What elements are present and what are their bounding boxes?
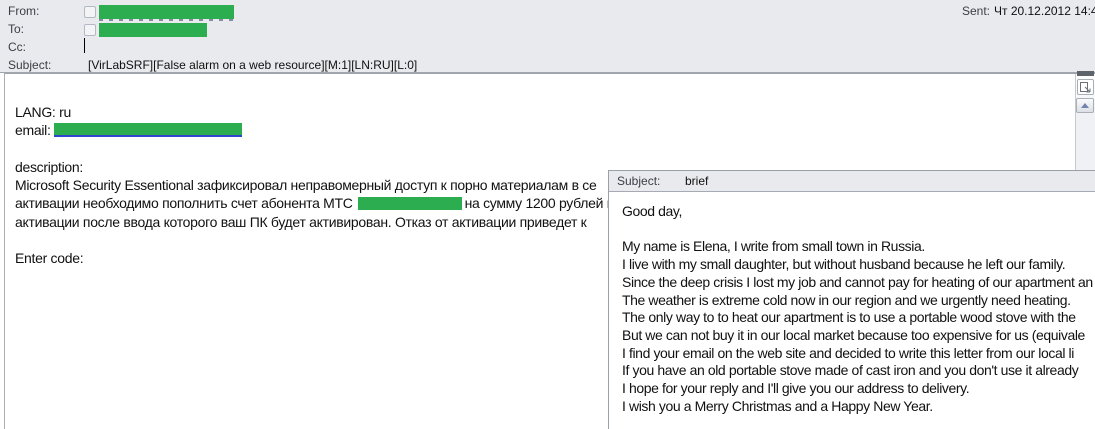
contact-presence-icon xyxy=(84,6,96,18)
email-client-screen: From: To: Cc: Subject: [VirLabSRF][False… xyxy=(0,0,1095,429)
cc-field[interactable] xyxy=(82,37,602,55)
message-body-text: LANG: ru email: description: Microsoft S… xyxy=(15,103,625,268)
email-body-line: I hope for your reply and I'll give you … xyxy=(622,380,1095,398)
overlay-subject-label: Subject: xyxy=(617,174,660,188)
from-recipient-redacted[interactable] xyxy=(99,5,234,19)
description-2-prefix: активации необходимо пополнить счет абон… xyxy=(15,195,353,211)
body-line-description-label: description: xyxy=(15,158,625,176)
contact-presence-icon xyxy=(84,24,96,36)
overlay-message-body: Good day, My name is Elena, I write from… xyxy=(609,192,1095,415)
message-header: From: To: Cc: Subject: [VirLabSRF][False… xyxy=(0,0,1095,73)
body-line-enter-code: Enter code: xyxy=(15,249,625,267)
to-recipient-redacted[interactable] xyxy=(99,23,207,37)
cc-label: Cc: xyxy=(8,40,26,54)
body-line-email: email: xyxy=(15,121,625,139)
scroll-up-icon xyxy=(1081,103,1089,108)
redacted-account-number xyxy=(358,197,462,210)
body-line-blank xyxy=(15,140,625,158)
email-body-line: But we can not buy it in our local marke… xyxy=(622,327,1095,345)
browse-page-button[interactable] xyxy=(1077,79,1094,95)
email-body-line: I find your email on the web site and de… xyxy=(622,345,1095,363)
page-arrow-icon xyxy=(1080,82,1091,93)
to-label: To: xyxy=(8,22,24,36)
email-label: email: xyxy=(15,122,51,138)
subject-value: [VirLabSRF][False alarm on a web resourc… xyxy=(88,58,417,72)
redaction-remnant xyxy=(99,19,234,21)
description-2-suffix: на сумму 1200 рублей в л xyxy=(465,195,626,211)
body-line-lang: LANG: ru xyxy=(15,103,625,121)
text-caret xyxy=(84,38,85,53)
email-body-line: The weather is extreme cold now in our r… xyxy=(622,292,1095,310)
subject-label: Subject: xyxy=(8,58,51,72)
scroll-up-button[interactable] xyxy=(1076,98,1094,113)
email-body-line: If you have an old portable stove made o… xyxy=(622,362,1095,380)
email-body-line: The only way to to heat our apartment is… xyxy=(622,309,1095,327)
split-handle[interactable] xyxy=(1077,71,1094,76)
email-body-line: My name is Elena, I write from small tow… xyxy=(622,238,1095,256)
from-label: From: xyxy=(8,4,39,18)
overlay-subject-row: Subject: brief xyxy=(609,171,1095,192)
redacted-email-link[interactable] xyxy=(54,123,242,137)
email-body-line: I wish you a Merry Christmas and a Happy… xyxy=(622,398,1095,416)
sent-label: Sent: xyxy=(962,4,990,18)
body-line-blank xyxy=(15,231,625,249)
email-body-line: I live with my small daughter, but witho… xyxy=(622,256,1095,274)
body-line-description-3: активации после ввода которого ваш ПК бу… xyxy=(15,213,625,231)
email-body-line xyxy=(622,221,1095,239)
email-body-line: Since the deep crisis I lost my job and … xyxy=(622,274,1095,292)
email-body-line: Good day, xyxy=(622,203,1095,221)
body-line-description-1: Microsoft Security Essentional зафиксиро… xyxy=(15,176,625,194)
overlay-subject-value: brief xyxy=(685,174,708,188)
sent-value: Чт 20.12.2012 14:45 xyxy=(994,4,1095,18)
overlay-message-window: Subject: brief Good day, My name is Elen… xyxy=(608,170,1095,429)
body-line-description-2: активации необходимо пополнить счет абон… xyxy=(15,194,625,212)
